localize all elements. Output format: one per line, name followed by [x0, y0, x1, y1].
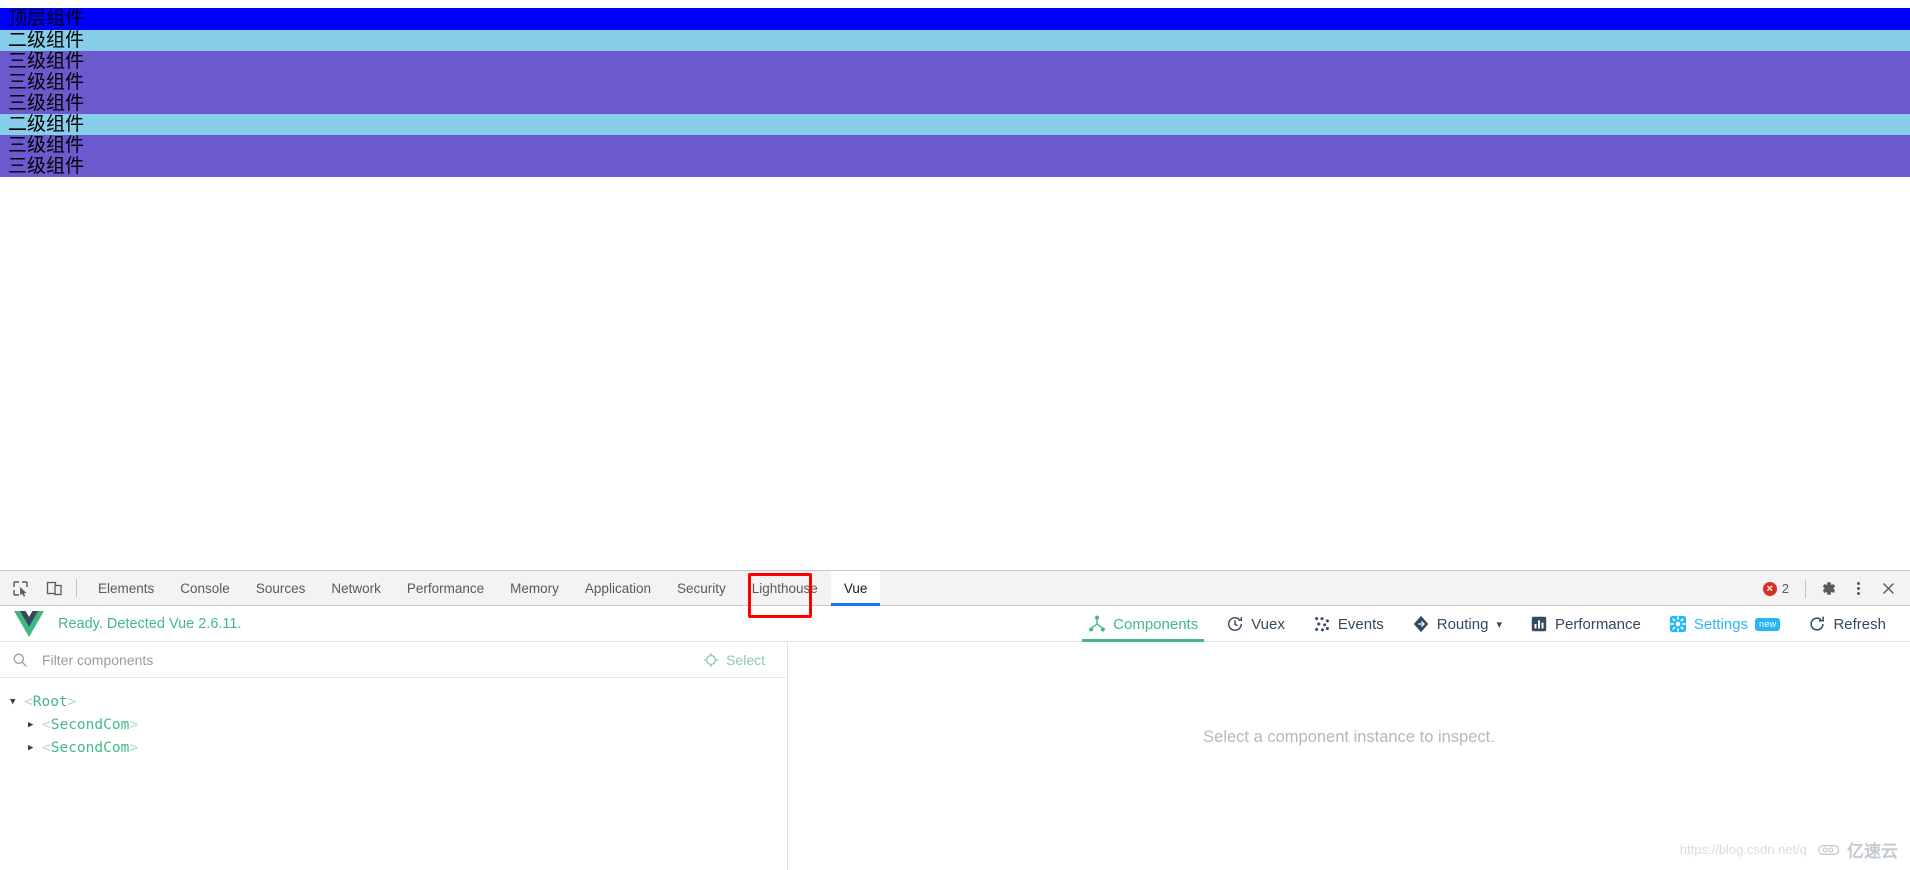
filter-bar: Select [0, 642, 787, 678]
detail-placeholder-text: Select a component instance to inspect. [1203, 728, 1495, 746]
vue-nav: Components Vuex Events Routing ▾ Performance S… [1074, 606, 1900, 642]
vuex-icon [1226, 615, 1244, 633]
devtools-tab-network[interactable]: Network [318, 571, 394, 606]
devtools-tab-vue[interactable]: Vue [830, 570, 881, 606]
tree-row[interactable]: ▶ < SecondCom > [0, 713, 787, 736]
error-count-badge[interactable]: × 2 [1762, 581, 1797, 596]
tag-close-bracket: > [129, 739, 139, 756]
tag-close-bracket: > [67, 693, 77, 710]
devtools-tab-memory[interactable]: Memory [497, 571, 572, 606]
vue-panel-header: Ready. Detected Vue 2.6.11. Components Vu… [0, 606, 1910, 642]
gear-icon[interactable] [1814, 575, 1842, 603]
filter-components-input[interactable] [40, 650, 640, 669]
vue-nav-label: Components [1113, 615, 1199, 633]
watermark-brand-text: 亿速云 [1847, 842, 1898, 862]
component-tree: ▼ < Root > ▶ < SecondCom > ▶ < SecondCom > [0, 678, 787, 870]
select-label: Select [726, 651, 765, 668]
devtools-tab-console[interactable]: Console [167, 571, 243, 606]
component-tree-pane: Select ▼<Root>▶<SecondCom>▶<SecondCom> [0, 642, 788, 870]
vue-nav-routing[interactable]: Routing ▾ [1398, 606, 1516, 642]
demo-row: 三级组件 [0, 93, 1910, 114]
devtools-tab-list: Elements Console Sources Network Performance… [85, 570, 881, 606]
toolbar-divider-2 [1805, 579, 1806, 598]
tag-close-bracket: > [129, 716, 139, 733]
vue-nav-refresh[interactable]: Refresh [1794, 606, 1900, 642]
tag-open-bracket: < [24, 693, 33, 710]
devtools-tab-security[interactable]: Security [664, 571, 739, 606]
vue-nav-settings[interactable]: Settings new [1655, 606, 1795, 642]
more-options-icon[interactable] [1844, 575, 1872, 603]
demo-row: 三级组件 [0, 51, 1910, 72]
vue-nav-label: Routing [1436, 615, 1489, 633]
devtools-tab-lighthouse[interactable]: Lighthouse [739, 571, 831, 606]
vue-nav-vuex[interactable]: Vuex [1212, 606, 1299, 642]
devtools-tab-elements[interactable]: Elements [85, 571, 167, 606]
vue-nav-events[interactable]: Events [1299, 606, 1398, 642]
demo-row: 二级组件 [0, 114, 1910, 135]
toolbar-divider [76, 579, 77, 597]
target-icon [703, 652, 719, 667]
error-icon: × [1762, 581, 1777, 596]
vue-nav-components[interactable]: Components [1074, 606, 1212, 642]
tag-open-bracket: < [42, 739, 51, 756]
refresh-icon [1808, 615, 1826, 633]
tree-row[interactable]: ▶ < SecondCom > [0, 736, 787, 759]
web-page-viewport: 顶层组件 二级组件 三级组件 三级组件 三级组件 二级组件 三级组件 三级组件 [0, 0, 1910, 570]
demo-row: 三级组件 [0, 72, 1910, 93]
vue-status-text: Ready. Detected Vue 2.6.11. [58, 615, 242, 632]
vue-nav-performance[interactable]: Performance [1516, 606, 1655, 642]
component-demo-list: 顶层组件 二级组件 三级组件 三级组件 三级组件 二级组件 三级组件 三级组件 [0, 8, 1910, 177]
chevron-down-icon[interactable]: ▼ [10, 697, 24, 707]
tag-open-bracket: < [42, 716, 51, 733]
component-name: Root [32, 693, 68, 710]
devtools-tab-application[interactable]: Application [572, 571, 664, 606]
error-count-label: 2 [1781, 581, 1789, 596]
devtools-tabbar: Elements Console Sources Network Performance… [0, 570, 1910, 618]
vue-nav-label: Performance [1554, 615, 1641, 633]
chevron-right-icon[interactable]: ▶ [28, 743, 42, 753]
vue-nav-label: Events [1337, 615, 1384, 633]
demo-row: 三级组件 [0, 135, 1910, 156]
devtools-tabbar-right: × 2 [1762, 571, 1902, 606]
vue-logo-icon [14, 610, 44, 637]
devtools-tab-performance[interactable]: Performance [394, 571, 497, 606]
close-icon[interactable] [1874, 575, 1902, 603]
settings-icon [1669, 615, 1687, 633]
watermark-url: https://blog.csdn.net/q [1679, 842, 1807, 857]
devtools-tab-sources[interactable]: Sources [243, 571, 319, 606]
watermark-brand: 亿速云 [1817, 837, 1898, 862]
vue-nav-label: Settings [1693, 615, 1749, 633]
component-detail-pane: Select a component instance to inspect. … [788, 642, 1910, 870]
cloud-icon [1818, 844, 1840, 855]
performance-icon [1530, 615, 1548, 633]
demo-row: 三级组件 [0, 156, 1910, 177]
inspect-element-icon[interactable] [6, 575, 34, 601]
component-name: SecondCom [50, 739, 130, 756]
select-component-button[interactable]: Select [703, 652, 765, 668]
routing-icon [1412, 615, 1430, 633]
demo-row: 顶层组件 [0, 8, 1910, 30]
vue-panel-body: Select ▼<Root>▶<SecondCom>▶<SecondCom> S… [0, 642, 1910, 870]
tree-row[interactable]: ▼ < Root > [0, 690, 787, 713]
vue-nav-label: Vuex [1251, 615, 1285, 633]
devtools-panel: Elements Console Sources Network Performance… [0, 570, 1910, 870]
events-icon [1313, 615, 1331, 633]
components-icon [1088, 615, 1106, 633]
device-toolbar-icon[interactable] [40, 575, 68, 601]
chevron-right-icon[interactable]: ▶ [28, 720, 42, 730]
chevron-down-icon[interactable]: ▾ [1496, 618, 1502, 631]
search-icon [13, 653, 27, 667]
component-name: SecondCom [50, 716, 130, 733]
watermark: https://blog.csdn.net/q 亿速云 [1680, 837, 1898, 862]
vue-nav-label: Refresh [1833, 615, 1886, 633]
demo-row: 二级组件 [0, 30, 1910, 51]
new-badge: new [1755, 617, 1781, 631]
